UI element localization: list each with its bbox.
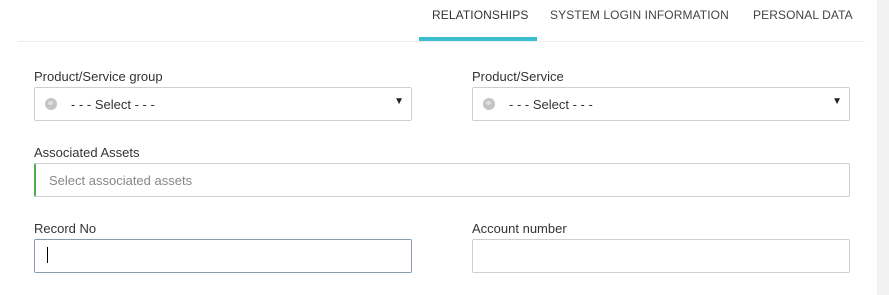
scrollbar-track: [877, 0, 889, 295]
product-service-group-select[interactable]: - - - Select - - - ▼: [34, 87, 412, 121]
product-service-group-label: Product/Service group: [34, 69, 163, 84]
globe-icon: [483, 98, 495, 110]
caret-down-icon: ▼: [394, 96, 404, 107]
associated-assets-label: Associated Assets: [34, 145, 140, 160]
tab-personal-data[interactable]: PERSONAL DATA: [753, 8, 853, 22]
tab-system-login-information[interactable]: SYSTEM LOGIN INFORMATION: [550, 8, 729, 22]
tab-bar: RELATIONSHIPS SYSTEM LOGIN INFORMATION P…: [0, 0, 877, 41]
account-number-input[interactable]: [472, 239, 850, 273]
record-no-label: Record No: [34, 221, 97, 236]
product-service-select[interactable]: - - - Select - - - ▼: [472, 87, 850, 121]
record-no-input[interactable]: [34, 239, 412, 273]
product-service-label: Product/Service: [472, 69, 564, 84]
text-cursor: [47, 247, 48, 263]
tabs-divider: [18, 41, 865, 42]
associated-assets-input[interactable]: [34, 163, 850, 197]
product-service-value: - - - Select - - -: [509, 97, 593, 112]
globe-icon: [45, 98, 57, 110]
account-number-label: Account number: [472, 221, 567, 236]
caret-down-icon: ▼: [832, 96, 842, 107]
product-service-group-value: - - - Select - - -: [71, 97, 155, 112]
tab-relationships[interactable]: RELATIONSHIPS: [432, 8, 528, 22]
